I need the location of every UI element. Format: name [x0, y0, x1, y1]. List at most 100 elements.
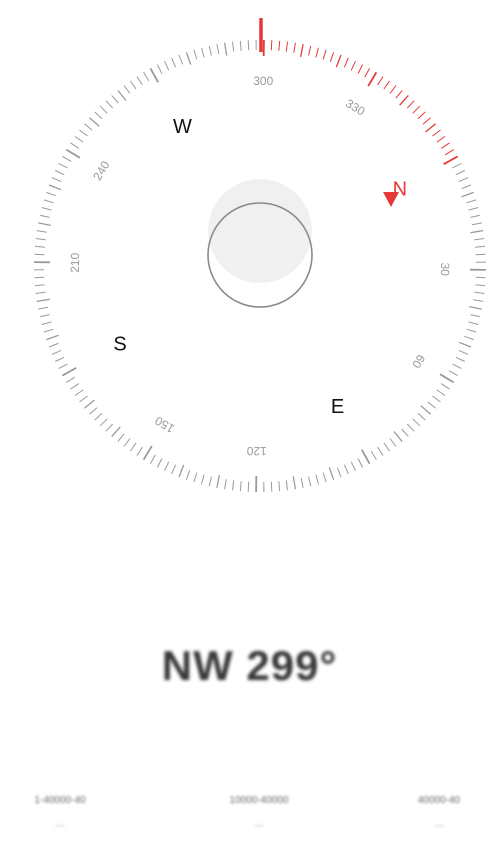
compass-tick: [74, 389, 84, 397]
compass-tick: [34, 284, 45, 287]
compass-tick: [239, 40, 242, 51]
compass-tick: [364, 68, 371, 78]
compass-tick: [216, 474, 221, 488]
compass-tick: [440, 142, 450, 149]
compass-tick: [406, 100, 415, 109]
compass-tick: [105, 100, 114, 109]
compass-tick: [278, 481, 281, 492]
compass-tick: [322, 49, 327, 60]
compass-tick: [468, 321, 479, 325]
compass-tick: [48, 342, 59, 348]
compass-tick: [455, 170, 466, 176]
compass-tick: [343, 464, 349, 475]
compass-tick: [466, 199, 477, 204]
coordinates-bar: 1-40000-40 — 10000-40000 — 40000-40 —: [0, 795, 499, 849]
degree-label-150: 150: [152, 413, 177, 435]
compass-tick: [367, 71, 378, 87]
compass-tick: [328, 467, 335, 480]
compass-tick: [43, 199, 54, 204]
compass-tick: [448, 370, 458, 377]
compass-tick: [343, 57, 349, 68]
compass-tick: [201, 47, 205, 58]
degree-label-300: 300: [253, 74, 274, 88]
compass-tick: [383, 442, 391, 452]
compass-tick: [48, 184, 62, 191]
compass-tick: [458, 349, 469, 355]
compass-tick: [389, 438, 397, 447]
compass-tick: [427, 401, 436, 409]
compass-tick: [51, 177, 62, 183]
compass-tick: [117, 89, 127, 101]
compass-tick: [43, 328, 54, 333]
compass-tick: [111, 95, 119, 104]
compass-tick: [439, 373, 455, 384]
compass-tick: [36, 298, 50, 303]
compass-tick: [232, 480, 235, 491]
compass-tick: [471, 222, 482, 226]
compass-tick: [54, 356, 65, 362]
compass-tick: [36, 230, 47, 233]
altitude-value: 40000-40: [417, 795, 461, 806]
compass-tick: [66, 376, 76, 383]
compass-tick: [455, 356, 466, 362]
compass-tick: [247, 40, 250, 51]
compass-tick: [461, 191, 474, 198]
compass-tick: [468, 207, 479, 211]
compass-tick: [142, 445, 153, 461]
compass-tick: [452, 363, 462, 370]
compass-tick: [315, 47, 319, 58]
compass-tick: [65, 148, 81, 159]
compass-tick: [470, 214, 481, 218]
compass-tick: [422, 117, 431, 125]
degree-label-30: 30: [438, 262, 452, 276]
compass-tick: [335, 54, 342, 68]
compass-tick: [432, 129, 441, 137]
compass-tick: [143, 72, 150, 82]
compass-tick: [79, 395, 88, 403]
compass-tick: [35, 238, 46, 241]
compass-tick: [389, 85, 397, 94]
compass-tick: [61, 367, 77, 377]
compass-tick: [417, 412, 426, 421]
compass-tick: [357, 458, 364, 468]
compass-tick: [156, 64, 163, 74]
compass-tick: [51, 349, 62, 355]
compass-tick: [185, 52, 192, 65]
compass-tick: [123, 438, 131, 447]
compass-tick: [129, 80, 137, 90]
compass-tick: [293, 42, 296, 53]
coordinate-longitude: 10000-40000 —: [199, 795, 319, 830]
compass-tick: [377, 76, 384, 86]
compass-tick: [208, 476, 212, 487]
compass-dial: 300 330 30 60 120 150 210 240 N E S W: [33, 18, 487, 493]
coordinate-latitude: 1-40000-40 —: [0, 795, 120, 830]
cardinal-east: E: [331, 396, 344, 418]
compass-tick: [178, 464, 185, 478]
compass-tick: [185, 470, 191, 480]
compass-tick: [34, 245, 45, 248]
coordinate-altitude: 40000-40 —: [379, 795, 499, 830]
compass-tick: [308, 45, 312, 56]
compass-tick: [149, 67, 159, 83]
compass-tick: [105, 423, 114, 432]
compass-tick: [401, 428, 409, 437]
degree-label-240: 240: [90, 158, 112, 183]
compass-tick: [99, 105, 108, 114]
compass-tick: [292, 476, 297, 490]
compass-tick: [35, 291, 46, 294]
longitude-sub: —: [254, 820, 264, 830]
compass-tick: [357, 64, 364, 74]
compass-tick: [470, 229, 484, 234]
compass-tick: [129, 442, 137, 452]
compass-tick: [156, 458, 163, 468]
compass-tick: [466, 328, 477, 333]
compass-tick: [336, 467, 342, 478]
compass-tick: [46, 191, 56, 197]
compass-tick: [278, 40, 281, 51]
compass-tick: [70, 383, 80, 390]
compass-tick: [329, 52, 335, 62]
compass-tick: [34, 253, 45, 256]
compass-tick: [458, 341, 472, 348]
compass-tick: [79, 129, 88, 137]
compass-tick: [461, 184, 472, 190]
